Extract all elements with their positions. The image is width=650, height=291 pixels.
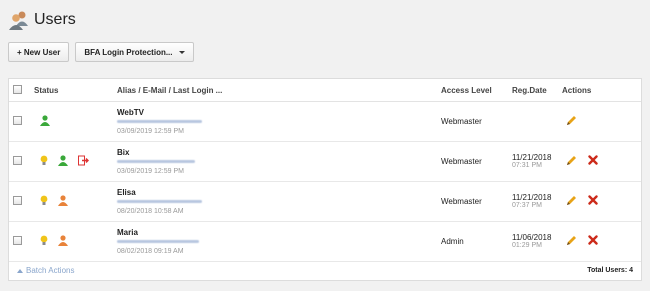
users-table: Status Alias / E-Mail / Last Login ... A… <box>9 79 641 262</box>
edit-pencil-icon[interactable] <box>566 155 577 168</box>
status-header: Status <box>34 85 59 95</box>
new-user-button[interactable]: + New User <box>8 42 70 62</box>
access-level: Webmaster <box>441 196 482 206</box>
bfa-label: BFA Login Protection... <box>84 47 173 57</box>
row-checkbox[interactable] <box>13 235 22 245</box>
user-orange-icon <box>58 194 68 208</box>
edit-pencil-icon[interactable] <box>566 115 577 128</box>
lightbulb-icon <box>40 235 48 248</box>
user-alias[interactable]: Maria <box>117 228 441 237</box>
reg-time: 07:31 PM <box>512 162 542 169</box>
user-email-redacted <box>117 119 202 123</box>
delete-icon[interactable] <box>588 155 598 167</box>
access-level: Webmaster <box>441 156 482 166</box>
access-level: Webmaster <box>441 116 482 126</box>
reg-time: 01:29 PM <box>512 242 542 249</box>
row-checkbox[interactable] <box>13 115 22 125</box>
last-login: 03/09/2019 12:59 PM <box>117 127 184 135</box>
user-email-redacted <box>117 159 195 163</box>
table-row: WebTV 03/09/2019 12:59 PM Webmaster <box>9 101 641 142</box>
user-green-icon <box>40 114 50 128</box>
access-level: Admin <box>441 236 464 246</box>
user-green-icon <box>58 154 68 168</box>
total-users: Total Users: 4 <box>587 267 633 274</box>
last-login: 08/02/2018 09:19 AM <box>117 247 184 255</box>
chevron-down-icon <box>178 50 185 54</box>
last-login: 08/20/2018 10:58 AM <box>117 207 184 215</box>
edit-pencil-icon[interactable] <box>566 235 577 248</box>
user-email-redacted <box>117 199 202 203</box>
batch-actions-link[interactable]: Batch Actions <box>17 266 74 275</box>
user-alias[interactable]: Bix <box>117 148 441 157</box>
users-table-panel: Status Alias / E-Mail / Last Login ... A… <box>8 78 642 281</box>
user-orange-icon <box>58 234 68 248</box>
table-row: Elisa 08/20/2018 10:58 AM Webmaster 11/2… <box>9 181 641 222</box>
table-row: Bix 03/09/2019 12:59 PM Webmaster 11/21/… <box>9 141 641 182</box>
actions-header: Actions <box>562 85 592 95</box>
access-level-header[interactable]: Access Level <box>441 86 492 95</box>
reg-time: 07:37 PM <box>512 202 542 209</box>
user-alias[interactable]: Elisa <box>117 188 441 197</box>
reg-date: 11/06/2018 <box>512 233 552 242</box>
logout-icon[interactable] <box>78 155 89 168</box>
table-row: Maria 08/02/2018 09:19 AM Admin 11/06/20… <box>9 221 641 262</box>
new-user-label: + New User <box>17 47 61 57</box>
lightbulb-icon <box>40 155 48 168</box>
delete-icon[interactable] <box>588 235 598 247</box>
row-checkbox[interactable] <box>13 155 22 165</box>
table-header-row: Status Alias / E-Mail / Last Login ... A… <box>9 79 641 102</box>
reg-date-header[interactable]: Reg.Date <box>512 86 547 95</box>
edit-pencil-icon[interactable] <box>566 195 577 208</box>
user-email-redacted <box>117 239 199 243</box>
page-header: Users <box>8 6 76 34</box>
alias-header[interactable]: Alias / E-Mail / Last Login ... <box>117 86 222 95</box>
triangle-up-icon <box>17 268 23 273</box>
user-alias[interactable]: WebTV <box>117 108 441 117</box>
lightbulb-icon <box>40 195 48 208</box>
row-checkbox[interactable] <box>13 195 22 205</box>
users-icon <box>8 9 30 31</box>
table-footer: Batch Actions Total Users: 4 <box>9 261 641 280</box>
last-login: 03/09/2019 12:59 PM <box>117 167 184 175</box>
page-title: Users <box>34 11 76 28</box>
batch-actions-label: Batch Actions <box>26 266 75 275</box>
reg-date: 11/21/2018 <box>512 153 552 162</box>
toolbar: + New User BFA Login Protection... <box>8 42 194 62</box>
reg-date: 11/21/2018 <box>512 193 552 202</box>
bfa-login-protection-dropdown[interactable]: BFA Login Protection... <box>75 42 194 62</box>
delete-icon[interactable] <box>588 195 598 207</box>
select-all-checkbox[interactable] <box>13 84 22 94</box>
